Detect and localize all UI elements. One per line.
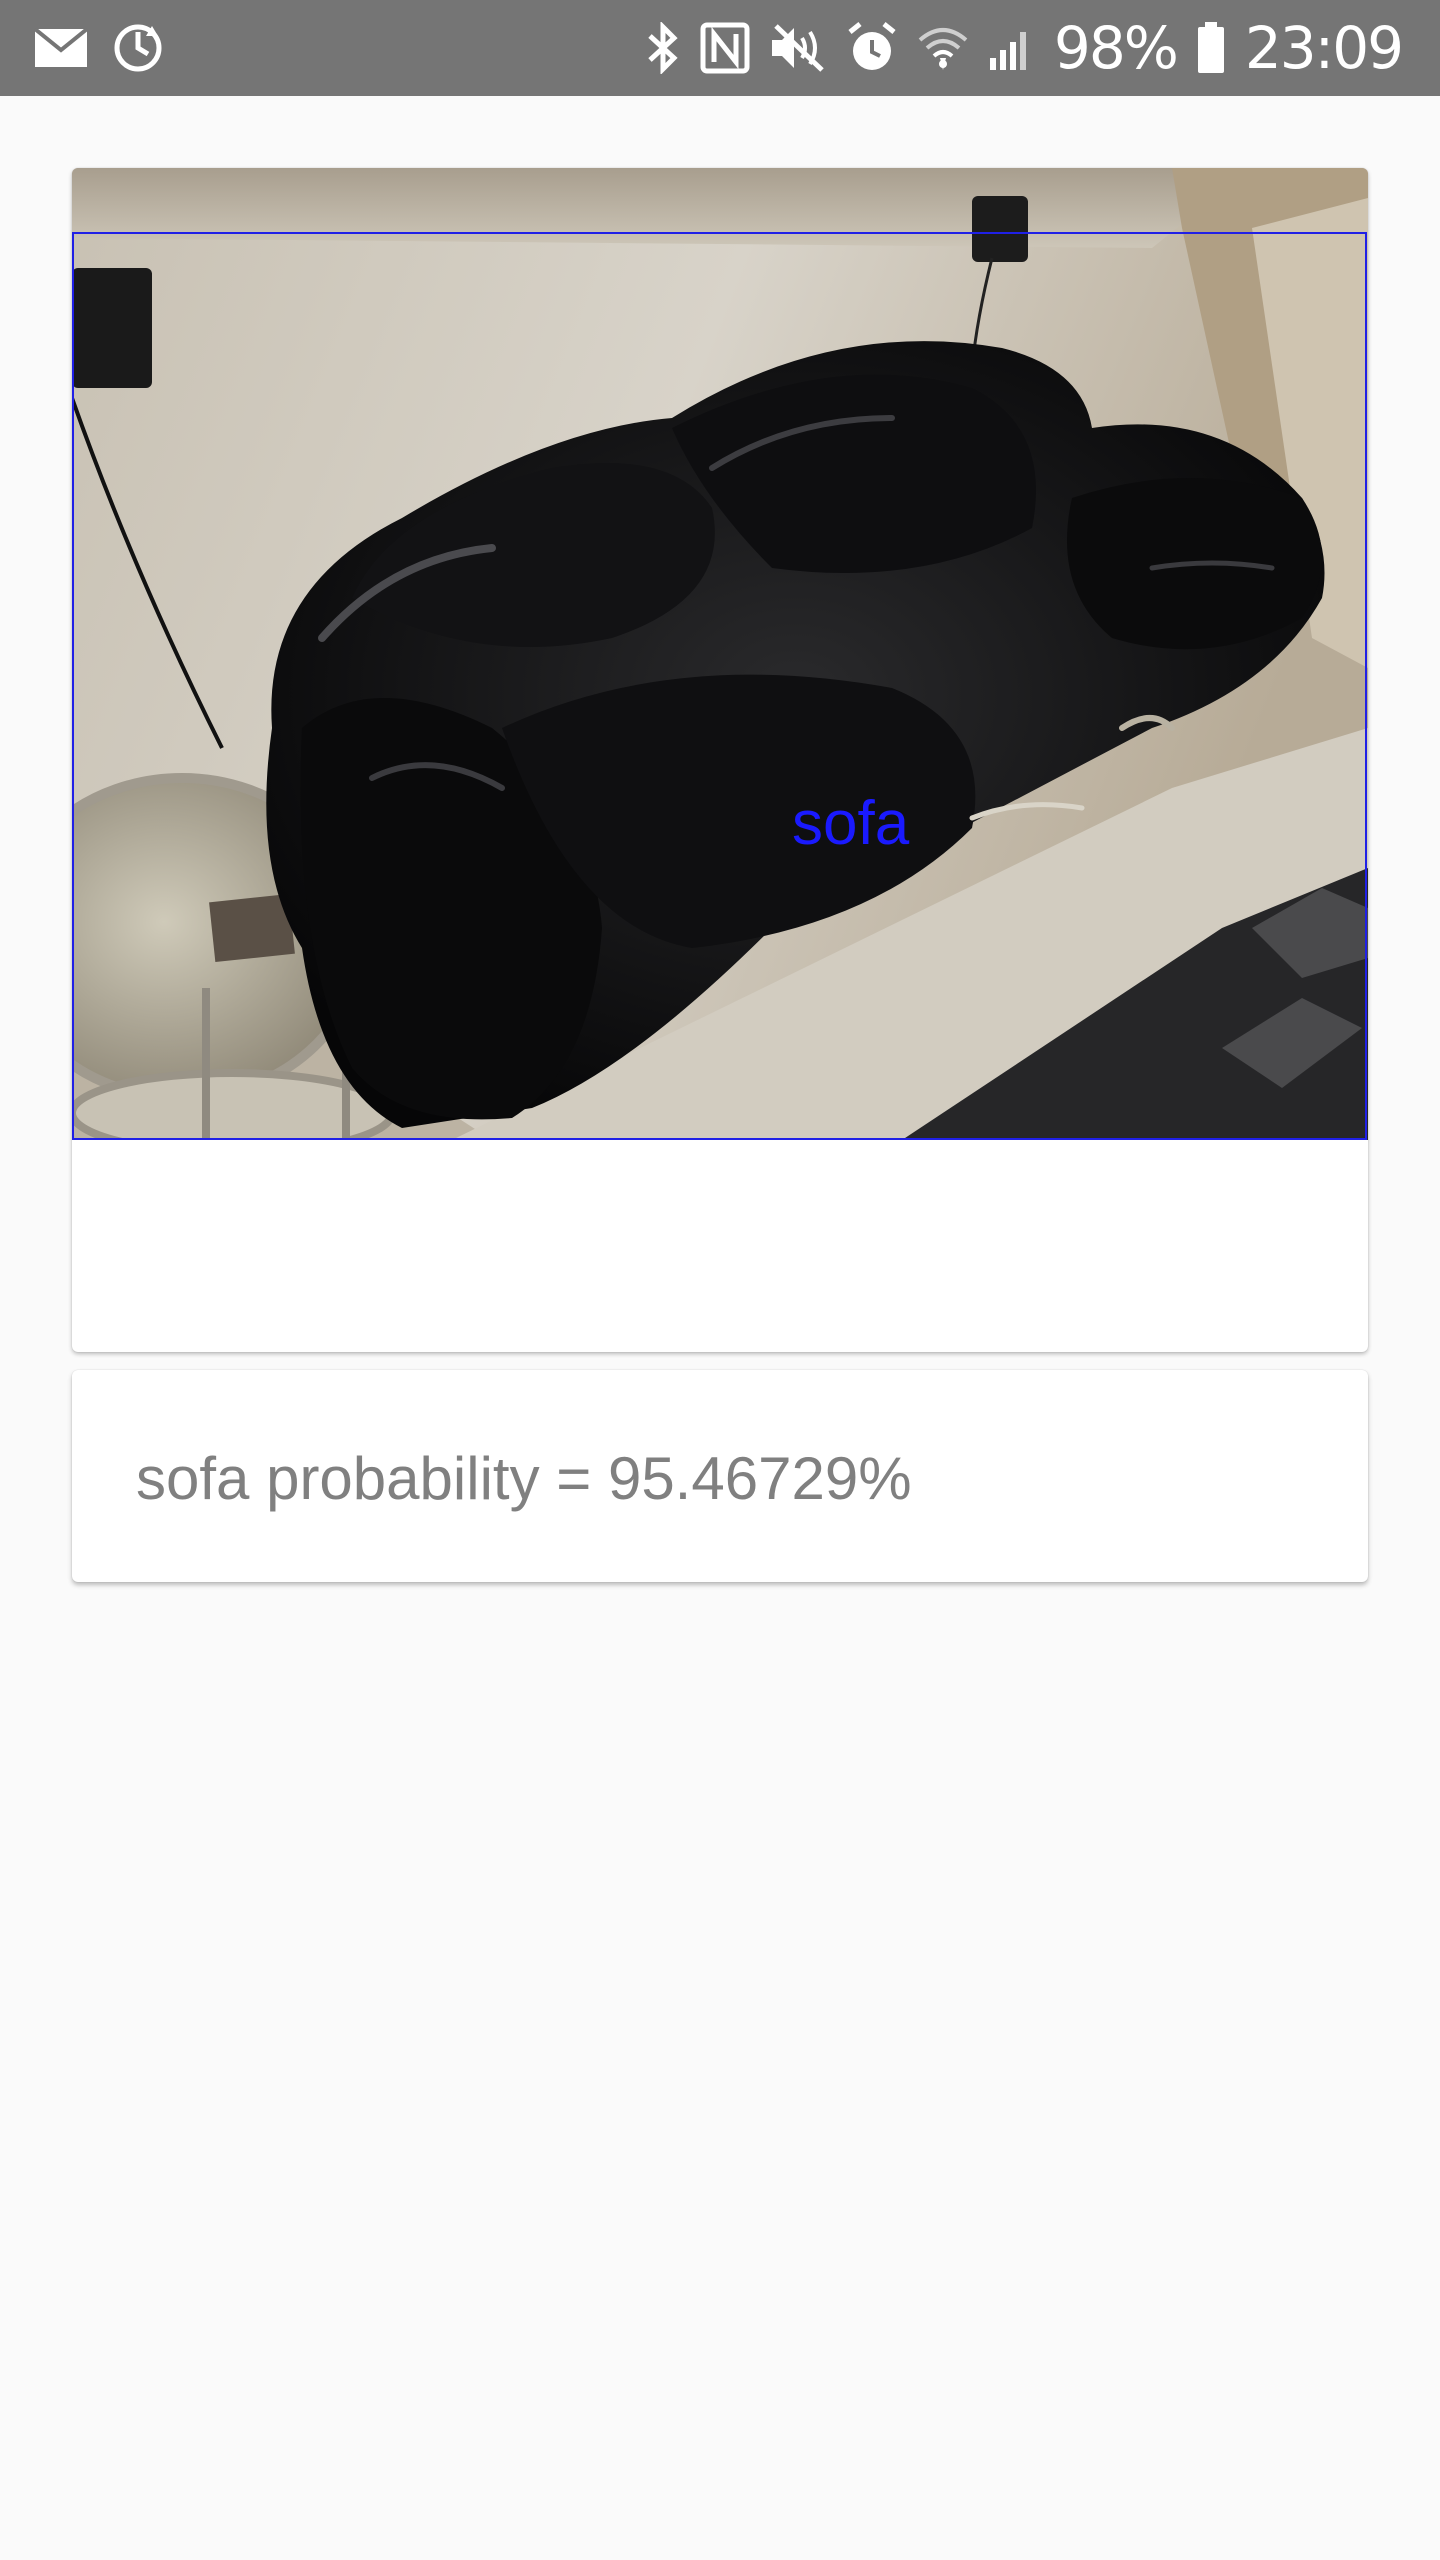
status-left-icons: [34, 22, 164, 74]
bluetooth-icon: [646, 22, 680, 74]
status-bar: 98% 23:09: [0, 0, 1440, 96]
detection-image-card: sofa: [72, 168, 1368, 1352]
sync-icon: [112, 22, 164, 74]
alarm-icon: [846, 22, 898, 74]
nfc-icon: [700, 22, 750, 74]
mute-icon: [770, 24, 826, 72]
detection-photo: sofa: [72, 168, 1368, 1140]
wifi-icon: [918, 24, 968, 72]
signal-icon: [988, 26, 1034, 70]
status-right: 98% 23:09: [646, 0, 1404, 96]
result-text: sofa probability = 95.46729%: [136, 1445, 912, 1512]
mail-icon: [34, 28, 88, 68]
clock: 23:09: [1244, 14, 1404, 82]
detection-label: sofa: [792, 789, 910, 858]
battery-icon: [1197, 22, 1225, 74]
battery-percent: 98%: [1053, 14, 1179, 82]
result-card: sofa probability = 95.46729%: [72, 1370, 1368, 1582]
